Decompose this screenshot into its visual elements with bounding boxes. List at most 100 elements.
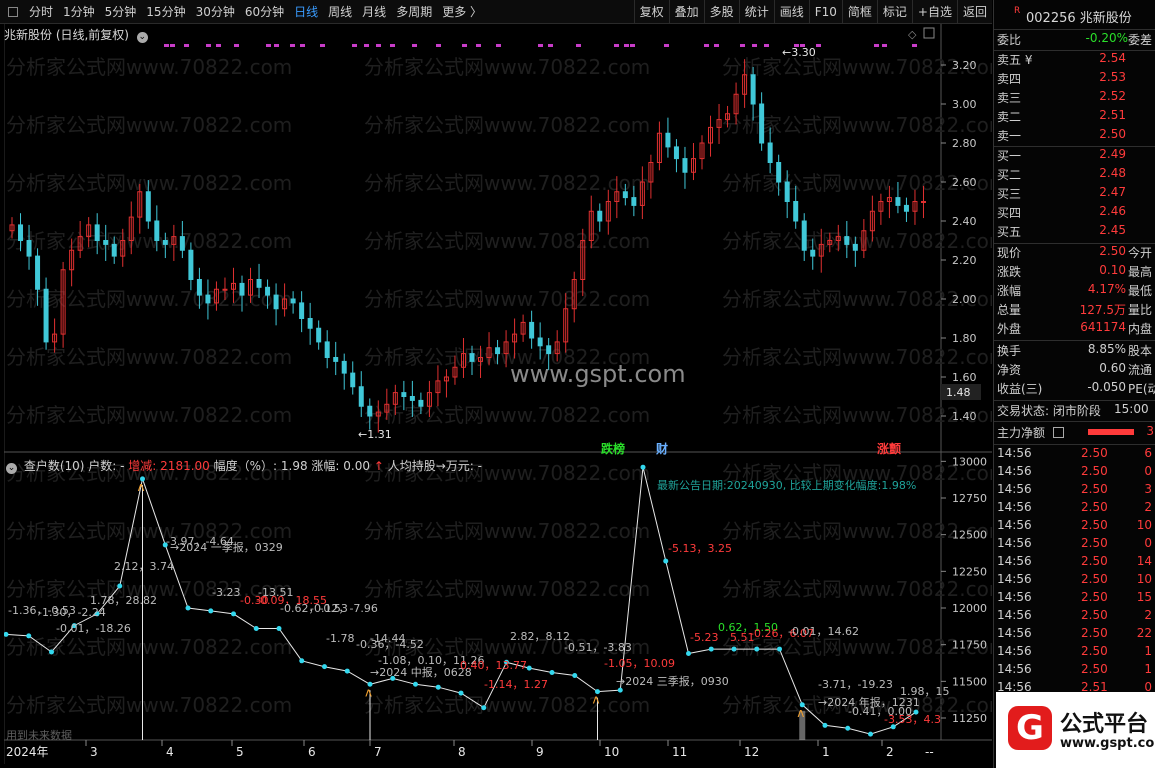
stats2-row: 收益(三) -0.050 PE(动 — [994, 380, 1155, 399]
tick-row: 14:56 2.50 2 — [994, 608, 1155, 626]
data-point — [708, 646, 714, 652]
tick-price: 2.50 — [1081, 662, 1108, 676]
toolbar-button[interactable]: 返回 — [956, 0, 992, 24]
tick-row: 14:56 2.50 10 — [994, 572, 1155, 590]
indicator-tick-label: 11250 — [952, 712, 987, 725]
tick-price: 2.50 — [1081, 536, 1108, 550]
svg-text:分析家公式网www.70822.com: 分析家公式网www.70822.com — [722, 577, 992, 601]
toolbar-button[interactable]: 复权 — [633, 0, 669, 24]
chevron-down-icon[interactable]: ⌄ — [136, 32, 148, 43]
toolbar-button[interactable]: 叠加 — [668, 0, 704, 24]
period-tab[interactable]: 15分钟 — [141, 0, 190, 24]
annotation-label: -5.13，3.25 — [668, 542, 732, 555]
announcement-note: 最新公告日期:20240930, 比较上期变化幅度:1.98% — [657, 479, 917, 492]
annotation-label: -0.01，14.62 — [788, 625, 859, 638]
limit-badge[interactable]: 涨颤 — [877, 440, 901, 457]
toolbar-button[interactable]: 简框 — [841, 0, 877, 24]
row-value: 0.10 — [1099, 263, 1126, 277]
data-point — [686, 650, 691, 656]
main-net-row: 主力净额 3 — [997, 424, 1154, 440]
toolbar-button[interactable]: 统计 — [738, 0, 774, 24]
toolbar-button[interactable]: 多股 — [703, 0, 739, 24]
annotation-label: -0.51，-3.83 — [564, 641, 632, 654]
tick-volume: 10 — [1136, 572, 1152, 586]
time-axis-label: 10 — [604, 745, 619, 759]
period-tab[interactable]: 5分钟 — [100, 0, 142, 24]
price-tick-label: 1.80 — [952, 332, 977, 345]
tick-price: 2.50 — [1081, 590, 1108, 604]
data-point — [231, 611, 236, 617]
tick-volume: 0 — [1144, 464, 1152, 478]
report-marker-icon[interactable]: ᴧ — [365, 685, 372, 699]
svg-text:分析家公式网www.70822.com: 分析家公式网www.70822.com — [6, 635, 292, 659]
collapse-icon[interactable] — [8, 6, 18, 17]
annotation-label: →2024 一季报，0329 — [170, 540, 283, 554]
window-icon[interactable] — [923, 27, 935, 39]
svg-text:分析家公式网www.70822.com: 分析家公式网www.70822.com — [364, 577, 650, 601]
time-axis-label: 12 — [744, 745, 759, 759]
row-value: 0.60 — [1099, 361, 1126, 375]
period-tab[interactable]: 月线 — [357, 0, 391, 24]
time-axis-label: -- — [925, 745, 934, 759]
chevron-down-icon[interactable]: ⌄ — [6, 463, 17, 474]
tick-row: 14:56 2.50 14 — [994, 554, 1155, 572]
main-net-label: 主力净额 — [997, 426, 1046, 440]
toolbar-button[interactable]: F10 — [808, 0, 842, 24]
period-tab[interactable]: 1分钟 — [58, 0, 100, 24]
tick-row: 14:56 2.50 10 — [994, 518, 1155, 536]
time-axis-label: 2024年 — [6, 745, 49, 759]
tick-volume: 2 — [1144, 608, 1152, 622]
bid-row: 买一 2.49 — [994, 147, 1155, 166]
margin-mark: R — [1014, 6, 1021, 16]
tick-price: 2.50 — [1081, 572, 1108, 586]
ask-row: 卖二 2.51 — [994, 108, 1155, 127]
range-label: 幅度（%）: 1.98 涨幅: 0.00 — [213, 459, 370, 473]
svg-text:分析家公式网www.70822.com: 分析家公式网www.70822.com — [364, 229, 650, 253]
list-icon[interactable] — [1053, 427, 1064, 438]
chart-canvas[interactable]: 分析家公式网www.70822.com 分析家公式网www.70822.com 分析… — [4, 24, 992, 764]
stats2-row: 净资 0.60 流通 — [994, 361, 1155, 380]
tick-volume: 1 — [1144, 662, 1152, 676]
weicha-label: 委差 — [1128, 33, 1153, 47]
period-tab[interactable]: 多周期 — [391, 0, 437, 24]
data-point — [845, 725, 851, 731]
price-tick-label: 1.40 — [952, 410, 977, 423]
ask-row: 卖一 2.50 — [994, 127, 1155, 146]
period-toolbar: 分时 1分钟 5分钟 15分钟 30分钟 60分钟 日线 周线 月线 多周期 更多 〉 复权 叠加 多股… — [0, 0, 992, 24]
annotation-label: 1.98，15 — [900, 685, 950, 698]
toolbar-button[interactable]: 画线 — [773, 0, 809, 24]
price-tick-label: 2.00 — [952, 293, 977, 306]
period-tab[interactable]: 30分钟 — [191, 0, 240, 24]
toolbar-button[interactable]: +自选 — [911, 0, 957, 24]
financial-report-badge[interactable]: 财 — [656, 440, 668, 457]
report-marker-icon[interactable]: ᴧ — [138, 480, 145, 494]
report-marker-icon[interactable]: ᴧ — [593, 693, 600, 707]
period-tab[interactable]: 60分钟 — [240, 0, 289, 24]
indicator-tick-label: 11500 — [952, 675, 987, 688]
period-tab[interactable]: 周线 — [323, 0, 357, 24]
row-value: 2.52 — [1099, 89, 1126, 103]
tick-time: 14:56 — [997, 626, 1032, 640]
tick-volume: 15 — [1136, 590, 1152, 604]
data-point — [185, 605, 191, 611]
row-label: 买一 — [997, 149, 1022, 163]
period-tab[interactable]: 分时 — [24, 0, 58, 24]
period-tab[interactable]: 日线 — [289, 0, 323, 24]
time-axis-label: 9 — [536, 745, 544, 759]
price-tick-label: 2.20 — [952, 254, 977, 267]
report-marker-icon[interactable]: ᴧ — [797, 706, 804, 720]
toolbar-button[interactable]: 标记 — [876, 0, 912, 24]
period-tab[interactable]: 更多 〉 — [437, 0, 487, 24]
data-point — [731, 646, 737, 652]
svg-text:分析家公式网www.70822.com: 分析家公式网www.70822.com — [6, 287, 292, 311]
svg-text:分析家公式网www.70822.com: 分析家公式网www.70822.com — [6, 229, 292, 253]
diamond-icon[interactable]: ◇ — [908, 28, 917, 41]
annotation-label: -3.23 — [212, 586, 240, 599]
logo-url: www.gspt.com — [1060, 736, 1155, 751]
dragon-tiger-badge[interactable]: 跌榜 — [601, 440, 625, 457]
time-axis-label: 7 — [374, 745, 382, 759]
tick-volume: 6 — [1144, 446, 1152, 460]
indicator-tick-label: 12000 — [952, 602, 987, 615]
indicator-tick-label: 11750 — [952, 639, 987, 652]
tick-time: 14:56 — [997, 536, 1032, 550]
